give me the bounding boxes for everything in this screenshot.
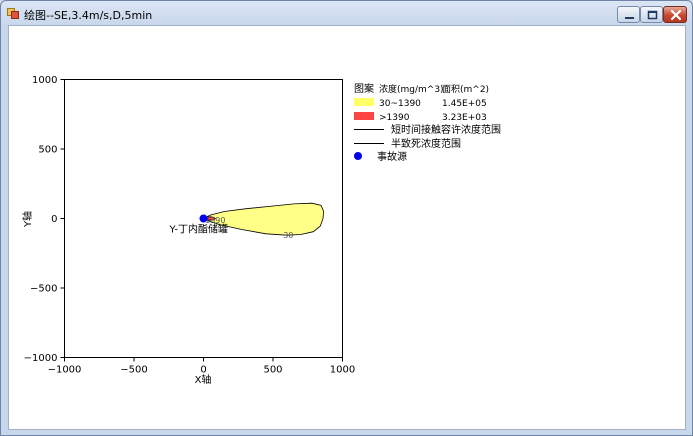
close-button[interactable] [663,6,687,23]
legend-header-area: 面积(m^2) [442,83,489,95]
x-tick-label: 0 [200,365,206,376]
x-axis-ticks: −1000 −500 0 500 1000 [48,357,355,376]
legend-header-concentration: 浓度(mg/m^3) [379,83,444,95]
x-tick-label: −1000 [48,365,82,376]
x-tick-label: 500 [263,365,282,376]
x-tick-label: −500 [120,365,147,376]
legend-swatch-red [354,112,374,120]
contour-label-30: 30 [283,231,293,240]
minimize-icon [625,17,634,19]
y-tick-label: 500 [38,145,57,156]
legend-header-pattern: 图案 [354,82,374,95]
y-axis-title: Y轴 [21,211,34,228]
y-tick-label: −1000 [24,353,58,364]
close-icon [670,9,682,21]
source-marker [199,214,208,223]
legend-swatch-yellow [354,98,374,106]
legend: 图案 浓度(mg/m^3) 面积(m^2) 30~1390 1.45E+05 >… [354,82,501,163]
y-tick-label: 0 [51,214,57,225]
app-window: 绘图--SE,3.4m/s,D,5min 30 1390 −1000 −500 0 50… [0,0,693,436]
x-axis-title: X轴 [195,373,212,386]
maximize-button[interactable] [640,6,663,23]
y-tick-label: −500 [30,284,57,295]
legend-source-label: 事故源 [377,150,407,163]
legend-line-lc50-label: 半致死浓度范围 [391,137,461,150]
x-tick-label: 1000 [330,365,355,376]
legend-area-1: 3.23E+03 [442,113,487,123]
source-label: Y-丁内酯储罐 [169,223,229,236]
legend-line-stel-label: 短时间接触容许浓度范围 [391,123,501,136]
window-title: 绘图--SE,3.4m/s,D,5min [24,9,153,22]
legend-range-0: 30~1390 [379,99,421,109]
plot-area-container: 30 1390 −1000 −500 0 500 1000 1000 500 0 −500 −10… [8,25,686,430]
maximize-icon [647,10,658,20]
title-bar[interactable]: 绘图--SE,3.4m/s,D,5min [1,1,692,25]
minimize-button[interactable] [617,6,640,23]
concentration-chart: 301390 −1000 −500 0 500 1000 10005000−500−10… [21,75,501,386]
app-icon [7,8,19,19]
legend-area-0: 1.45E+05 [442,99,487,109]
legend-range-1: >1390 [379,113,410,123]
y-tick-label: 1000 [32,75,57,86]
legend-source-marker [354,152,362,160]
